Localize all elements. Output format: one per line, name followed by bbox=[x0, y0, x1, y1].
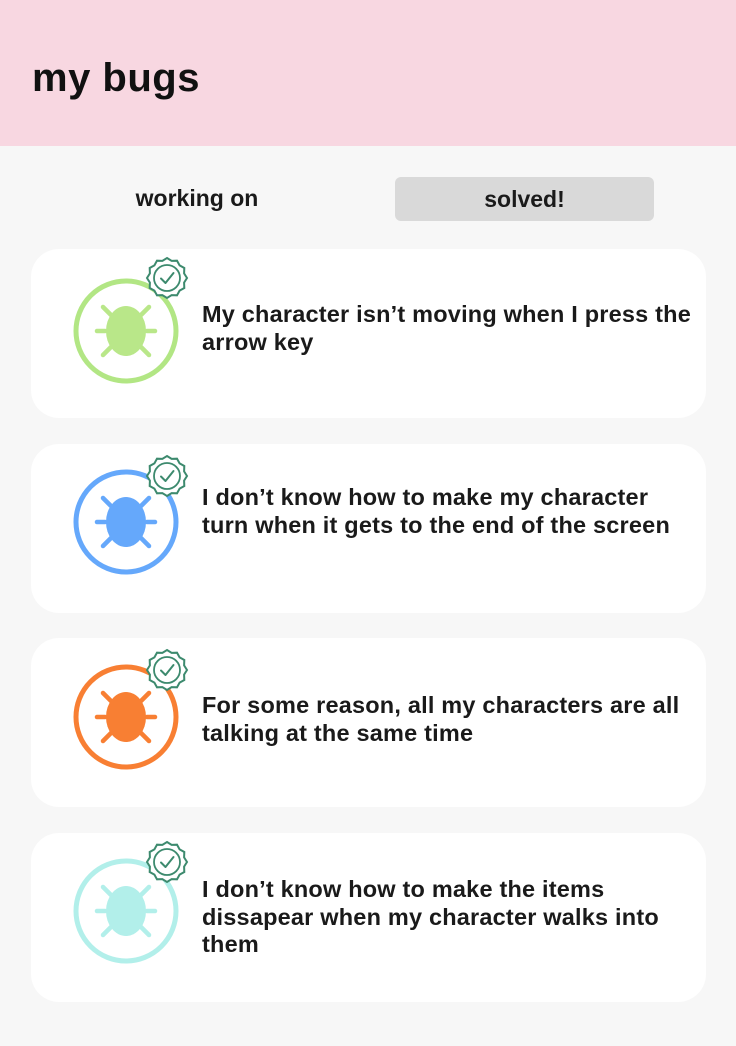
bug-card[interactable]: I don’t know how to make the items dissa… bbox=[31, 833, 706, 1002]
app-header: my bugs bbox=[0, 0, 736, 146]
check-badge-icon bbox=[145, 648, 189, 692]
bug-description: For some reason, all my characters are a… bbox=[202, 692, 680, 746]
bug-description: My character isn’t moving when I press t… bbox=[202, 301, 691, 355]
page-title: my bugs bbox=[32, 56, 200, 100]
tab-working-on[interactable]: working on bbox=[66, 177, 328, 221]
bug-card[interactable]: My character isn’t moving when I press t… bbox=[31, 249, 706, 418]
check-badge-icon bbox=[145, 454, 189, 498]
tab-solved[interactable]: solved! bbox=[395, 177, 654, 221]
check-badge-icon bbox=[145, 840, 189, 884]
check-badge-icon bbox=[145, 256, 189, 300]
bug-card[interactable]: I don’t know how to make my character tu… bbox=[31, 444, 706, 613]
bug-description: I don’t know how to make my character tu… bbox=[202, 484, 670, 538]
bug-description: I don’t know how to make the items dissa… bbox=[202, 876, 659, 957]
bug-card[interactable]: For some reason, all my characters are a… bbox=[31, 638, 706, 807]
